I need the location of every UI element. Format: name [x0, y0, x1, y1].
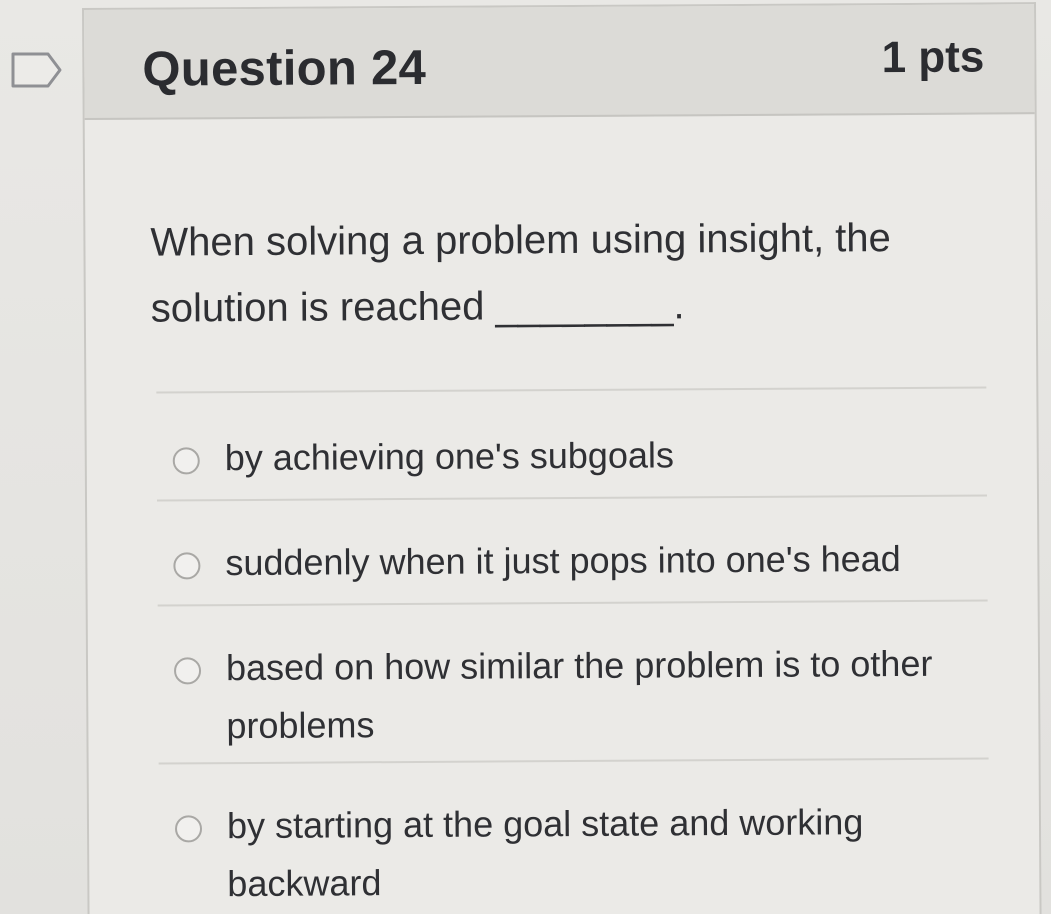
radio-unselected-icon[interactable] [173, 552, 201, 580]
answer-label: suddenly when it just pops into one's he… [225, 538, 901, 584]
quiz-page: Question 24 1 pts When solving a problem… [0, 0, 1051, 914]
question-header: Question 24 1 pts [84, 4, 1035, 120]
question-text: When solving a problem using insight, th… [150, 216, 891, 331]
question-points: 1 pts [881, 32, 985, 83]
radio-unselected-icon[interactable] [173, 657, 202, 685]
question-card: Question 24 1 pts When solving a problem… [82, 2, 1042, 914]
answer-option[interactable]: based on how similar the problem is to o… [173, 643, 955, 768]
question-title: Question 24 [142, 40, 427, 97]
answers-divider [156, 386, 987, 394]
answer-option[interactable]: by achieving one's subgoals [172, 433, 953, 498]
radio-unselected-icon[interactable] [172, 447, 200, 475]
radio-unselected-icon[interactable] [174, 815, 203, 843]
answer-option[interactable]: by starting at the goal state and workin… [174, 801, 956, 914]
flag-question-icon[interactable] [8, 50, 66, 90]
answer-label: by starting at the goal state and workin… [226, 801, 864, 905]
answer-label: based on how similar the problem is to o… [225, 642, 933, 747]
answer-label: by achieving one's subgoals [224, 434, 675, 479]
answer-option[interactable]: suddenly when it just pops into one's he… [173, 538, 953, 603]
